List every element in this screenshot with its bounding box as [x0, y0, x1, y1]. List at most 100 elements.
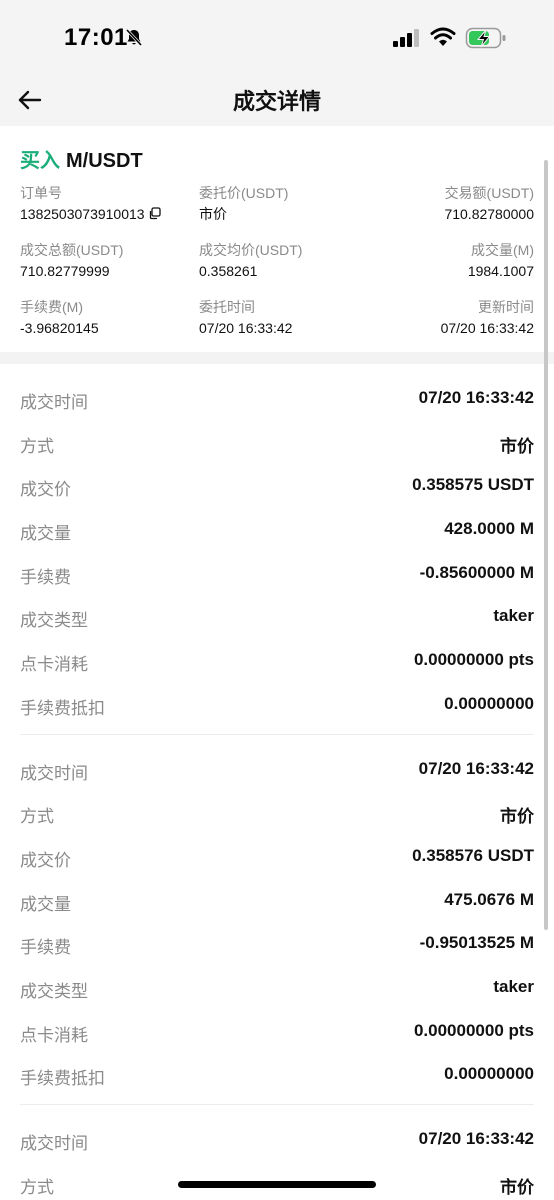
- fill-label: 方式: [20, 436, 54, 456]
- fill-value: taker: [493, 606, 534, 626]
- info-label: 成交量(M): [471, 242, 534, 258]
- fill-row-fee-deduction: 手续费抵扣 0.00000000: [20, 682, 534, 726]
- fill-value: 市价: [500, 807, 534, 827]
- fill-label: 成交量: [20, 524, 71, 544]
- page-title: 成交详情: [232, 89, 321, 114]
- fill-label: 成交类型: [20, 611, 88, 631]
- order-summary: 买入 M/USDT 订单号 1382503073910013 委托价(USDT) …: [0, 126, 554, 352]
- order-pair-line: 买入 M/USDT: [20, 144, 143, 173]
- info-value: -3.96820145: [20, 320, 99, 336]
- status-time: 17:01: [64, 24, 128, 51]
- fill-record: 成交时间 07/20 16:33:42 方式 市价 成交价 0.358576 USDT…: [0, 735, 554, 1105]
- home-indicator[interactable]: [178, 1181, 376, 1188]
- copy-icon[interactable]: [148, 207, 161, 220]
- fill-row-method: 方式 市价: [20, 790, 534, 834]
- fill-label: 点卡消耗: [20, 1025, 88, 1045]
- wifi-icon: [430, 27, 456, 46]
- fill-row-points: 点卡消耗 0.00000000 pts: [20, 1009, 534, 1053]
- fill-row-time: 成交时间 07/20 16:33:42: [20, 747, 534, 791]
- info-cell-order-time: 委托时间 07/20 16:33:42: [199, 298, 292, 338]
- fill-label: 方式: [20, 807, 54, 827]
- fill-value: 0.00000000: [444, 1064, 534, 1084]
- fill-value: -0.85600000 M: [419, 562, 534, 582]
- info-label: 手续费(M): [20, 299, 83, 315]
- fill-label: 手续费抵扣: [20, 698, 105, 718]
- info-label: 更新时间: [478, 299, 534, 315]
- fill-row-fee-deduction: 手续费抵扣 0.00000000: [20, 1052, 534, 1096]
- info-label: 成交均价(USDT): [199, 242, 303, 258]
- info-value: 07/20 16:33:42: [199, 320, 293, 336]
- fill-label: 成交价: [20, 480, 71, 500]
- fill-value: 07/20 16:33:42: [418, 388, 534, 407]
- fill-label: 成交时间: [20, 393, 88, 412]
- info-row: 手续费(M) -3.96820145 委托时间 07/20 16:33:42 更…: [20, 298, 534, 355]
- fill-row-price: 成交价 0.358576 USDT: [20, 834, 534, 878]
- nav-bar: 成交详情: [0, 76, 554, 126]
- fill-label: 成交量: [20, 894, 71, 914]
- fill-value: 0.00000000: [444, 693, 534, 713]
- info-cell-trade-amount: 交易额(USDT) 710.82780000: [444, 184, 534, 224]
- info-label: 交易额(USDT): [444, 185, 534, 201]
- fill-row-time: 成交时间 07/20 16:33:42: [20, 376, 534, 420]
- section-divider: [0, 352, 554, 364]
- trading-pair: M/USDT: [66, 150, 143, 172]
- info-row: 成交总额(USDT) 710.82779999 成交均价(USDT) 0.358…: [20, 241, 534, 298]
- fill-row-price: 成交价 0.358575 USDT: [20, 463, 534, 507]
- info-value: 1382503073910013: [20, 204, 161, 224]
- fill-value: 07/20 16:33:42: [418, 758, 534, 778]
- fill-row-method: 方式 市价: [20, 420, 534, 464]
- order-info-grid: 订单号 1382503073910013 委托价(USDT) 市价 交易额(US…: [20, 184, 534, 355]
- info-label: 订单号: [20, 185, 62, 201]
- info-label: 成交总额(USDT): [20, 242, 124, 258]
- status-bar: 17:01: [0, 0, 554, 76]
- order-side-label: 买入: [20, 150, 60, 172]
- info-cell-filled-qty: 成交量(M) 1984.1007: [468, 241, 534, 281]
- fill-row-qty: 成交量 475.0676 M: [20, 878, 534, 922]
- info-cell-avg-price: 成交均价(USDT) 0.358261: [199, 241, 302, 281]
- info-value: 710.82780000: [444, 206, 534, 222]
- fill-value: 428.0000 M: [444, 519, 534, 539]
- fill-record: 成交时间 07/20 16:33:42 方式 市价 成交价 0.358575 USDT…: [0, 364, 554, 735]
- fill-list: 成交时间 07/20 16:33:42 方式 市价 成交价 0.358575 USDT…: [0, 364, 554, 1200]
- fill-label: 手续费抵扣: [20, 1069, 105, 1089]
- info-value: 1984.1007: [467, 263, 534, 279]
- fill-row-points: 点卡消耗 0.00000000 pts: [20, 638, 534, 682]
- info-value: 07/20 16:33:42: [440, 320, 534, 336]
- fill-label: 成交类型: [20, 981, 88, 1001]
- fill-label: 方式: [20, 1177, 54, 1197]
- fill-row-time: 成交时间 07/20 16:33:42: [20, 1117, 534, 1161]
- info-cell-fee: 手续费(M) -3.96820145: [20, 298, 99, 338]
- fill-value: -0.95013525 M: [419, 933, 534, 953]
- fill-value: 0.358575 USDT: [412, 475, 534, 495]
- info-cell-update-time: 更新时间 07/20 16:33:42: [441, 298, 534, 338]
- bell-muted-icon: [125, 28, 143, 47]
- fill-value: 市价: [500, 1177, 534, 1197]
- fill-row-fee: 手续费 -0.95013525 M: [20, 921, 534, 965]
- fill-value: 0.358576 USDT: [412, 845, 534, 865]
- info-value: 市价: [199, 206, 227, 222]
- fill-label: 手续费: [20, 938, 71, 958]
- signal-icon: [393, 29, 419, 47]
- fill-label: 手续费: [20, 567, 71, 587]
- fill-value: taker: [493, 976, 534, 996]
- info-row: 订单号 1382503073910013 委托价(USDT) 市价 交易额(US…: [20, 184, 534, 241]
- info-cell-order-id: 订单号 1382503073910013: [20, 184, 161, 224]
- fill-label: 成交时间: [20, 763, 88, 783]
- fill-value: 475.0676 M: [444, 889, 534, 909]
- battery-charging-icon: [465, 27, 506, 49]
- fill-value: 0.00000000 pts: [413, 1020, 534, 1040]
- fill-label: 点卡消耗: [20, 655, 88, 675]
- fill-row-type: 成交类型 taker: [20, 965, 534, 1009]
- scrollbar[interactable]: [544, 160, 548, 930]
- fill-value: 市价: [500, 436, 534, 456]
- info-cell-filled-total: 成交总额(USDT) 710.82779999: [20, 241, 123, 281]
- info-label: 委托时间: [199, 299, 255, 315]
- fill-row-qty: 成交量 428.0000 M: [20, 507, 534, 551]
- fill-value: 0.00000000 pts: [413, 650, 534, 670]
- info-value: 710.82779999: [20, 263, 110, 279]
- info-value: 0.358261: [199, 263, 258, 279]
- fill-row-fee: 手续费 -0.85600000 M: [20, 551, 534, 595]
- fill-label: 成交时间: [20, 1134, 88, 1153]
- order-id-value: 1382503073910013: [20, 206, 145, 222]
- fill-value: 07/20 16:33:42: [418, 1129, 534, 1148]
